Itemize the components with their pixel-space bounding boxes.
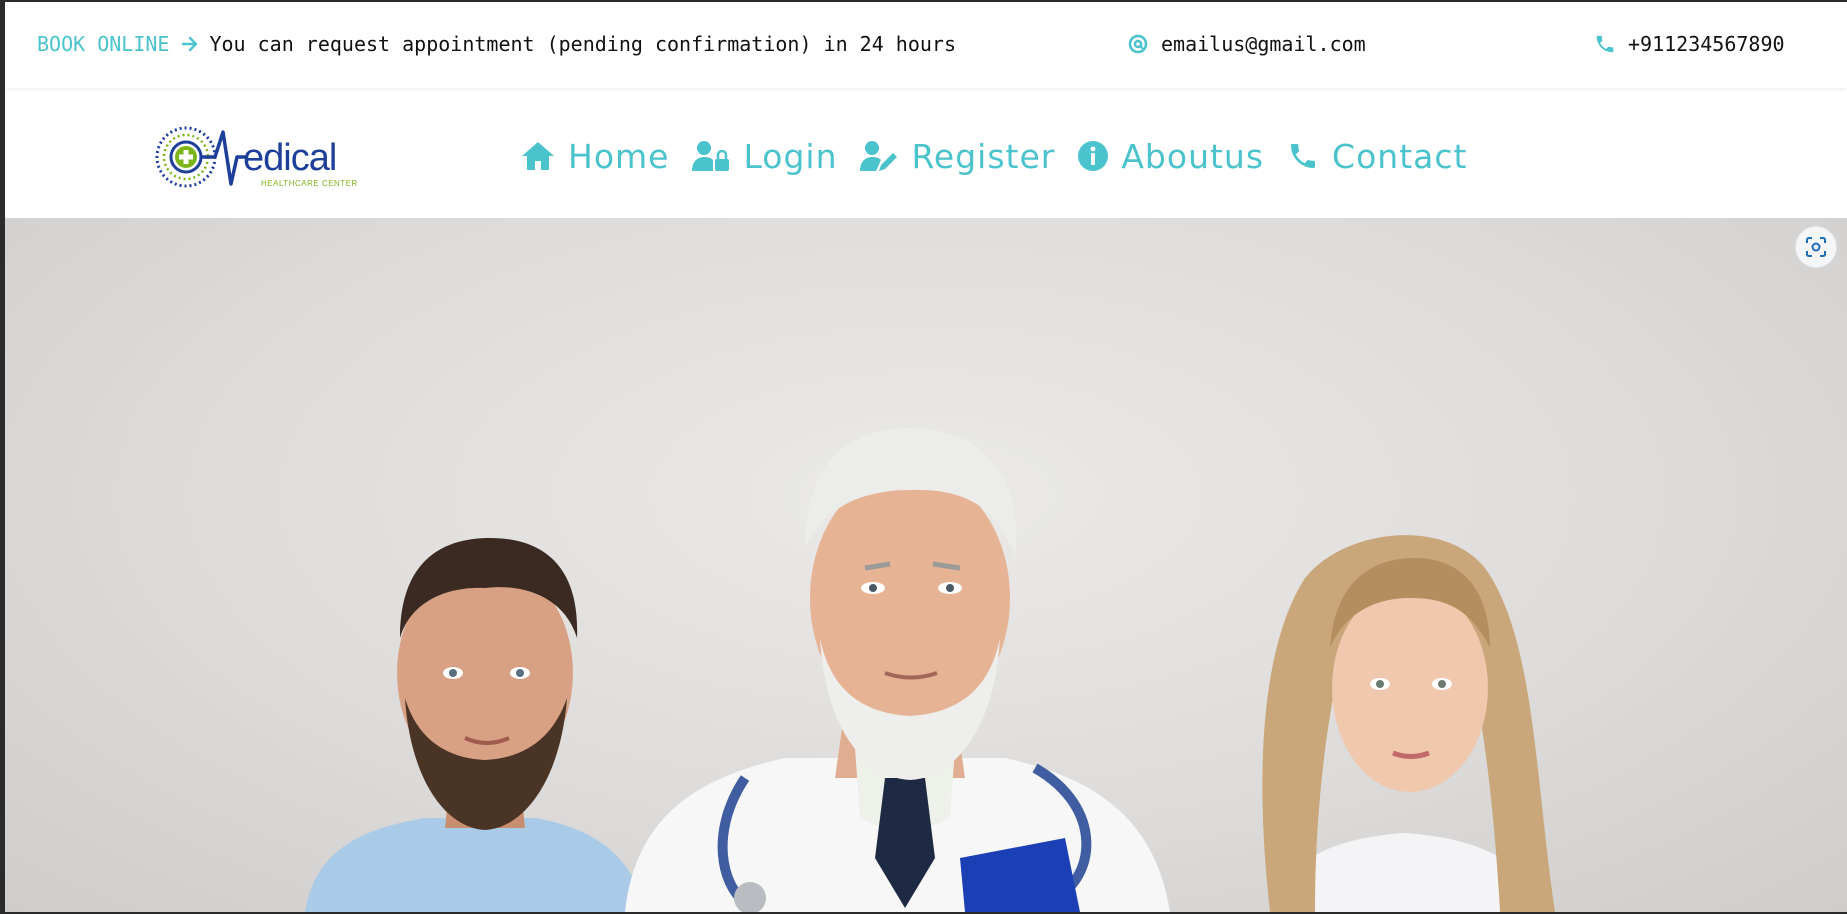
- male-doctor-figure: [305, 538, 645, 912]
- doctors-photo: [305, 428, 1555, 912]
- medical-logo[interactable]: edical HEALTHCARE CENTER: [153, 114, 363, 200]
- page-frame: BOOK ONLINE You can request appointment …: [5, 2, 1847, 912]
- nav-register-label: Register: [911, 136, 1056, 176]
- book-online-label[interactable]: BOOK ONLINE: [37, 30, 169, 58]
- arrow-right-icon: [181, 35, 199, 53]
- nav-home[interactable]: Home: [520, 137, 669, 176]
- hero-banner: [5, 218, 1847, 912]
- nav-aboutus[interactable]: Aboutus: [1077, 137, 1264, 176]
- female-doctor-figure: [1262, 535, 1555, 912]
- user-edit-icon: [859, 139, 899, 173]
- email-contact[interactable]: emailus@gmail.com: [1127, 30, 1366, 58]
- nav-register[interactable]: Register: [859, 137, 1055, 176]
- home-icon: [520, 140, 556, 172]
- visual-search-button[interactable]: [1795, 226, 1837, 268]
- svg-text:edical: edical: [243, 137, 336, 179]
- phone-icon: [1594, 33, 1616, 55]
- nav-login[interactable]: Login: [691, 137, 837, 176]
- info-circle-icon: [1077, 140, 1109, 172]
- scan-icon: [1806, 237, 1826, 257]
- phone-text: +911234567890: [1628, 32, 1785, 56]
- phone-contact[interactable]: +911234567890: [1594, 30, 1785, 58]
- book-online-notice: BOOK ONLINE You can request appointment …: [37, 30, 956, 58]
- nav-contact[interactable]: Contact: [1286, 137, 1467, 176]
- phone-icon: [1286, 140, 1320, 172]
- nav-aboutus-label: Aboutus: [1121, 136, 1265, 176]
- top-info-bar: BOOK ONLINE You can request appointment …: [5, 2, 1847, 88]
- nav-contact-label: Contact: [1332, 136, 1468, 176]
- user-lock-icon: [691, 139, 731, 173]
- senior-doctor-figure: [625, 428, 1170, 912]
- nav-home-label: Home: [568, 136, 670, 176]
- book-online-text: You can request appointment (pending con…: [209, 32, 956, 56]
- svg-text:HEALTHCARE CENTER: HEALTHCARE CENTER: [261, 179, 358, 188]
- at-sign-icon: [1127, 33, 1149, 55]
- main-menu: Home Login Register Aboutus Contact: [520, 133, 1489, 179]
- nav-login-label: Login: [743, 136, 838, 176]
- email-text: emailus@gmail.com: [1161, 32, 1366, 56]
- main-navbar: edical HEALTHCARE CENTER Home Login Regi…: [5, 90, 1847, 218]
